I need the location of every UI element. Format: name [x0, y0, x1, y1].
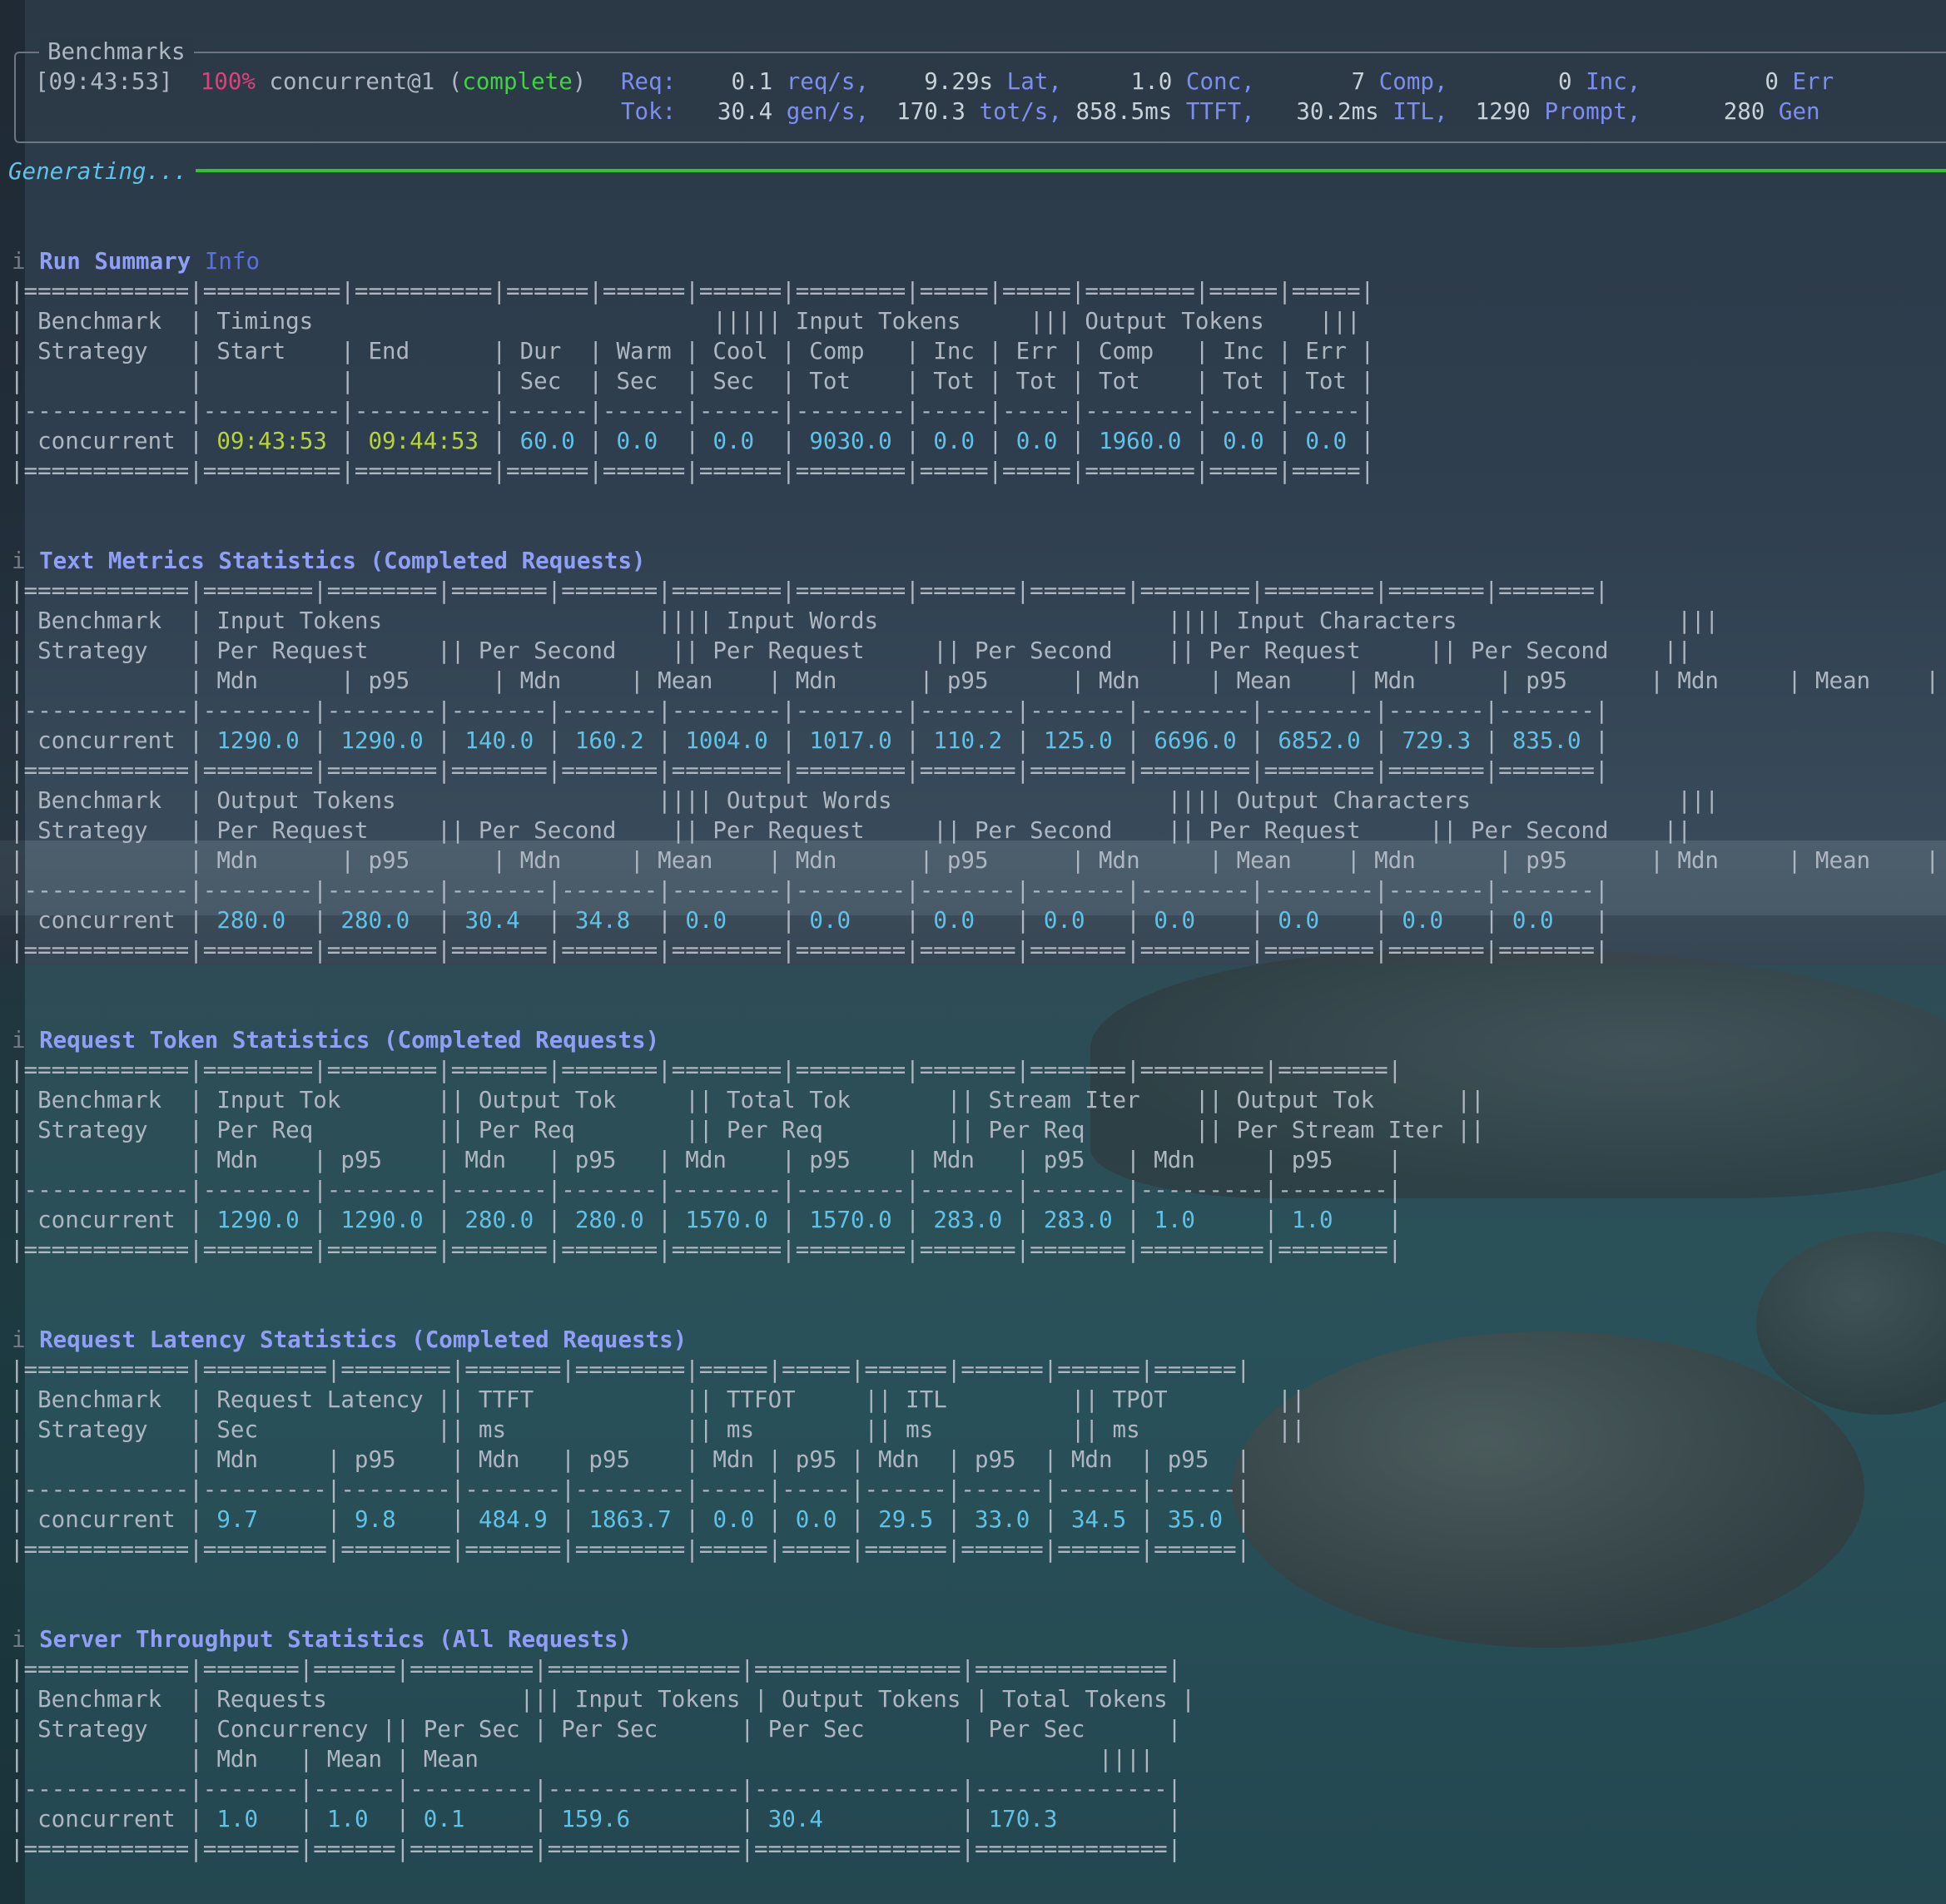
table-header-row: | Strategy | Concurrency || Per Sec | Pe…: [10, 1716, 1182, 1743]
table-header-row: | | Mdn | p95 | Mdn | p95 | Mdn | p95 | …: [10, 1147, 1402, 1173]
table-header-row: | Benchmark | Requests ||| Input Tokens …: [10, 1686, 1195, 1713]
generating-progress-bar: [196, 169, 1946, 172]
token-stats-line: Tok: 30.4 gen/s, 170.3 tot/s, 858.5ms TT…: [621, 98, 1820, 125]
table-border: |============|=======|======|=========|=…: [10, 1836, 1182, 1862]
progress-percent: 100%: [200, 68, 256, 95]
table-header-row: | Benchmark | Input Tokens |||| Input Wo…: [10, 607, 1719, 634]
table-border: |============|========|========|=======|…: [10, 1237, 1402, 1263]
table-header-row: | Benchmark | Output Tokens |||| Output …: [10, 787, 1719, 814]
table-header-row: | | Mdn | Mean | Mean ||||: [10, 1746, 1154, 1773]
table-border: |============|========|========|=======|…: [10, 1057, 1402, 1083]
table-border: |============|=========|========|=======…: [10, 1536, 1251, 1563]
table-border: |============|========|========|=======|…: [10, 937, 1609, 964]
table-border: |------------|--------|--------|-------|…: [10, 697, 1609, 724]
table-row: | concurrent | 1.0 | 1.0 | 0.1 | 159.6 |…: [10, 1806, 1182, 1832]
table-border: |============|========|========|=======|…: [10, 578, 1609, 604]
table-row: | concurrent | 9.7 | 9.8 | 484.9 | 1863.…: [10, 1506, 1251, 1533]
run-name: concurrent@1: [269, 68, 435, 95]
table-border: |------------|--------|--------|-------|…: [10, 1177, 1402, 1203]
table-header-row: | | Mdn | p95 | Mdn | p95 | Mdn | p95 | …: [10, 1446, 1251, 1473]
table-border: |============|==========|==========|====…: [10, 458, 1375, 484]
req-label: Req:: [621, 68, 677, 95]
benchmarks-panel-title: Benchmarks: [39, 37, 194, 67]
table-header-row: | Strategy | Per Req || Per Req || Per R…: [10, 1117, 1485, 1143]
info-icon: i: [12, 1027, 26, 1054]
table-border: |============|========|========|=======|…: [10, 757, 1609, 784]
terminal-output[interactable]: Benchmarks [09:43:53] 100% concurrent@1 …: [8, 0, 1946, 1904]
info-icon: i: [12, 1326, 26, 1353]
table-header-row: | Strategy | Per Request || Per Second |…: [10, 817, 1691, 844]
table-border: |------------|----------|----------|----…: [10, 398, 1375, 424]
table-border: |============|=========|========|=======…: [10, 1356, 1251, 1383]
table-row: | concurrent | 1290.0 | 1290.0 | 280.0 |…: [10, 1207, 1402, 1233]
info-icon: i: [12, 248, 26, 275]
info-icon: i: [12, 1626, 26, 1653]
table-border: |============|=======|======|=========|=…: [10, 1656, 1182, 1683]
table-border: |------------|---------|--------|-------…: [10, 1476, 1251, 1503]
table-header-row: | Strategy | Per Request || Per Second |…: [10, 637, 1691, 664]
info-icon: i: [12, 548, 26, 574]
tok-label: Tok:: [621, 98, 677, 125]
run-summary-heading: i Run Summary Info: [12, 248, 261, 275]
table-border: |------------|-------|------|---------|-…: [10, 1776, 1182, 1802]
table-header-row: | | Mdn | p95 | Mdn | Mean | Mdn | p95 |…: [10, 847, 1939, 874]
table-header-row: | | Mdn | p95 | Mdn | Mean | Mdn | p95 |…: [10, 667, 1939, 694]
generating-label: Generating...: [8, 158, 188, 185]
run-status: complete: [462, 68, 573, 95]
info-badge: Info: [204, 248, 261, 275]
table-header-row: | Benchmark | Input Tok || Output Tok ||…: [10, 1087, 1485, 1113]
server-throughput-heading: i Server Throughput Statistics (All Requ…: [12, 1626, 633, 1653]
table-border: |------------|--------|--------|-------|…: [10, 877, 1609, 904]
table-row: | concurrent | 1290.0 | 1290.0 | 140.0 |…: [10, 727, 1609, 754]
table-border: |============|==========|==========|====…: [10, 278, 1375, 305]
run-time: [09:43:53]: [35, 68, 173, 95]
request-stats-line: Req: 0.1 req/s, 9.29s Lat, 1.0 Conc, 7 C…: [621, 68, 1834, 95]
table-row: | concurrent | 09:43:53 | 09:44:53 | 60.…: [10, 428, 1375, 454]
benchmark-status-line: [09:43:53] 100% concurrent@1 (complete): [35, 68, 587, 95]
table-header-row: | Strategy | Sec || ms || ms || ms || ms…: [10, 1416, 1306, 1443]
table-row: | concurrent | 280.0 | 280.0 | 30.4 | 34…: [10, 907, 1609, 934]
table-header-row: | Benchmark | Timings ||||| Input Tokens…: [10, 308, 1361, 335]
table-header-row: | Strategy | Start | End | Dur | Warm | …: [10, 338, 1375, 364]
text-metrics-heading: i Text Metrics Statistics (Completed Req…: [12, 548, 646, 574]
table-header-row: | | | | Sec | Sec | Sec | Tot | Tot | To…: [10, 368, 1375, 394]
table-header-row: | Benchmark | Request Latency || TTFT ||…: [10, 1386, 1306, 1413]
request-latency-heading: i Request Latency Statistics (Completed …: [12, 1326, 688, 1353]
request-token-heading: i Request Token Statistics (Completed Re…: [12, 1027, 660, 1054]
